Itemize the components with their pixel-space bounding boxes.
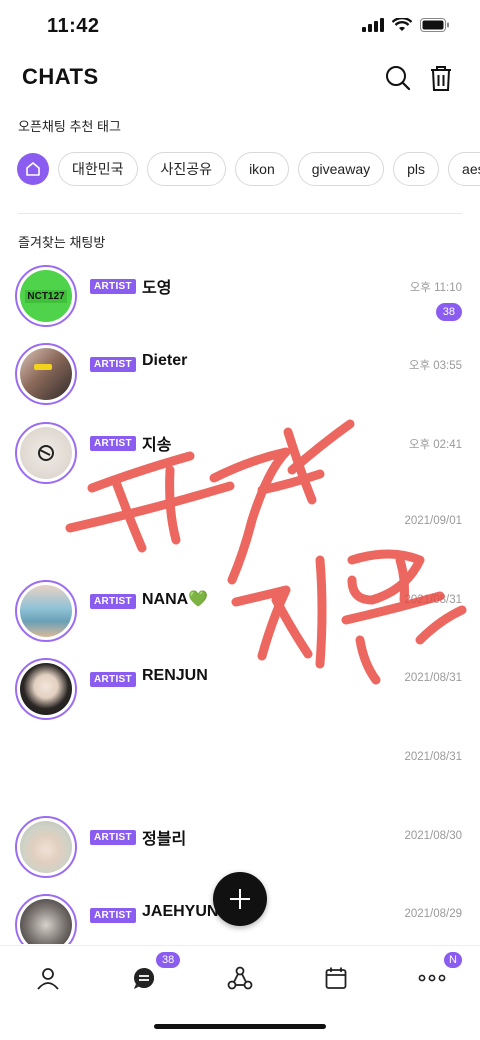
chat-name: Dieter xyxy=(142,352,188,369)
chat-row[interactable]: ARTIST 지송 오후 02:41 xyxy=(0,422,480,500)
chat-row[interactable]: ARTIST RENJUN 2021/08/31 xyxy=(0,658,480,736)
delete-button[interactable] xyxy=(425,62,457,94)
trash-icon xyxy=(431,66,451,91)
chat-row[interactable]: ARTIST NANA💚 2021/08/31 xyxy=(0,580,480,658)
status-time: 11:42 xyxy=(47,15,100,37)
avatar xyxy=(15,816,77,878)
signal-icon xyxy=(362,18,384,32)
chat-name: 지송 xyxy=(142,437,172,454)
plus-icon xyxy=(230,889,250,909)
person-icon xyxy=(37,968,59,990)
artist-badge: ARTIST xyxy=(90,672,136,687)
avatar xyxy=(15,658,77,720)
tag-chip[interactable]: ikon xyxy=(235,152,289,186)
chat-time: 2021/09/01 xyxy=(404,515,462,527)
tag-chip[interactable]: 사진공유 xyxy=(146,152,227,186)
chat-time: 2021/08/31 xyxy=(404,672,462,684)
avatar xyxy=(15,422,77,484)
avatar: NCT127 xyxy=(15,265,77,327)
artist-badge: ARTIST xyxy=(90,357,136,372)
chat-time: 오후 11:10 xyxy=(409,282,462,294)
chat-name: 정블리 xyxy=(142,831,187,848)
chat-time: 2021/08/30 xyxy=(404,830,462,842)
chat-bubble-icon xyxy=(134,968,154,989)
chat-time: 오후 02:41 xyxy=(408,439,462,451)
avatar-logo-text: NCT127 xyxy=(25,289,67,303)
avatar xyxy=(15,580,77,642)
status-bar: 11:42 xyxy=(0,0,480,54)
home-indicator xyxy=(154,1024,326,1029)
chat-time: 오후 03:55 xyxy=(408,360,462,372)
tab-profile[interactable] xyxy=(28,958,68,998)
chat-row[interactable]: ARTIST Dieter 오후 03:55 xyxy=(0,343,480,421)
chat-name: NANA💚 xyxy=(142,591,209,608)
tag-list: 대한민국 사진공유 ikon giveaway pls aesthetic xyxy=(0,152,480,188)
tag-chip[interactable]: giveaway xyxy=(297,152,385,186)
tag-chip[interactable]: 대한민국 xyxy=(58,152,138,186)
artist-badge: ARTIST xyxy=(90,279,136,294)
chat-time: 2021/08/29 xyxy=(404,908,462,920)
favorites-section-label: 즐겨찾는 채팅방 xyxy=(18,235,106,250)
battery-icon xyxy=(420,18,449,32)
artist-badge: ARTIST xyxy=(90,908,136,923)
artist-badge: ARTIST xyxy=(90,830,136,845)
artist-badge: ARTIST xyxy=(90,436,136,451)
avatar-symbol-icon xyxy=(38,445,54,461)
avatar xyxy=(15,343,77,405)
chat-time: 2021/08/31 xyxy=(404,594,462,606)
chat-row[interactable]: NCT127 ARTIST 도영 오후 11:10 38 xyxy=(0,265,480,343)
chat-time: 2021/08/31 xyxy=(404,751,462,763)
tag-chip[interactable]: aesthetic xyxy=(448,152,480,186)
more-dots-icon xyxy=(418,974,446,982)
chat-name: 도영 xyxy=(142,280,172,297)
more-tab-new-badge: N xyxy=(444,952,462,968)
calendar-icon xyxy=(325,967,347,989)
chat-row-hidden[interactable]: 2021/09/01 xyxy=(0,501,480,579)
tag-home-button[interactable] xyxy=(17,153,49,185)
tab-network[interactable] xyxy=(220,958,260,998)
search-icon xyxy=(386,66,411,91)
unread-count-badge: 38 xyxy=(435,303,462,321)
chat-name: JAEHYUN xyxy=(142,903,219,920)
chat-name: RENJUN xyxy=(142,667,208,684)
share-nodes-icon xyxy=(227,966,253,990)
page-title: CHATS xyxy=(22,64,99,89)
new-chat-button[interactable] xyxy=(213,872,267,926)
home-icon xyxy=(26,162,40,176)
divider xyxy=(18,213,462,214)
artist-badge: ARTIST xyxy=(90,594,136,609)
tab-calendar[interactable] xyxy=(316,958,356,998)
avatar xyxy=(15,894,77,944)
chat-tab-badge: 38 xyxy=(156,952,181,968)
header: CHATS xyxy=(0,54,480,104)
tag-chip[interactable]: pls xyxy=(393,152,440,186)
wifi-icon xyxy=(392,18,412,31)
search-button[interactable] xyxy=(382,62,414,94)
chat-row-hidden[interactable]: 2021/08/31 xyxy=(0,737,480,815)
tags-section-label: 오픈채팅 추천 태그 xyxy=(18,119,121,134)
